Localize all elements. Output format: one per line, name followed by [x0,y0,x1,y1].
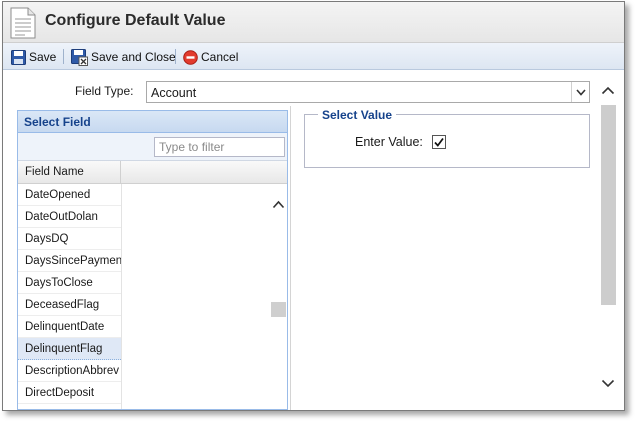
field-type-value: Account [151,86,197,100]
main-scrollbar[interactable] [600,72,618,410]
floppy-disk-icon [11,49,26,65]
save-and-close-button[interactable]: Save and Close [71,48,176,66]
select-field-panel: Select Field Field Name DateOpened DateO… [17,110,288,410]
table-row[interactable]: DaysDQ [18,228,121,250]
table-row[interactable]: DelinquentDate [18,316,121,338]
filter-input[interactable] [154,137,285,157]
toolbar: Save Save and Close Cancel [3,43,624,70]
cancel-label: Cancel [201,50,239,64]
configure-default-value-dialog: Configure Default Value Save Save and Cl… [2,1,625,411]
select-field-header: Select Field [18,111,287,133]
toolbar-separator [63,49,64,64]
table-row[interactable]: DaysToClose [18,272,121,294]
table-row[interactable]: DateOutDolan [18,206,121,228]
grid-header: Field Name [18,161,287,184]
table-row[interactable]: DeceasedFlag [18,294,121,316]
dialog-title: Configure Default Value [45,12,226,29]
chevron-up-icon[interactable] [601,84,615,98]
select-value-fieldset [304,114,590,168]
table-row[interactable]: DateOpened [18,184,121,206]
grid-scroll-thumb[interactable] [271,302,286,317]
select-value-legend: Select Value [318,108,397,122]
toolbar-separator [175,49,176,64]
field-grid: DateOpened DateOutDolan DaysDQ DaysSince… [18,184,270,409]
title-bar: Configure Default Value [3,2,624,43]
field-type-select[interactable]: Account [146,81,590,103]
grid-scrollbar[interactable] [270,184,287,409]
column-header-field-name[interactable]: Field Name [18,161,121,184]
document-icon [10,7,36,39]
table-row[interactable]: DescriptionAbbrev [18,360,121,382]
enter-value-label: Enter Value: [355,135,423,149]
chevron-up-icon[interactable] [272,198,285,212]
enter-value-checkbox[interactable] [432,135,446,149]
floppy-disk-close-icon [71,48,88,66]
table-row[interactable]: DaysSincePayment [18,250,121,272]
checkmark-icon [434,137,444,147]
field-type-label: Field Type: [75,84,134,98]
chevron-down-icon[interactable] [571,82,589,102]
save-button[interactable]: Save [11,48,56,66]
filter-bar [18,133,287,161]
table-row-selected[interactable]: DelinquentFlag [18,338,121,360]
cancel-button[interactable]: Cancel [183,48,238,66]
chevron-down-icon[interactable] [601,377,615,391]
main-scroll-thumb[interactable] [601,105,616,305]
cancel-circle-icon [183,49,198,65]
save-label: Save [29,50,57,64]
table-row[interactable]: DirectDeposit [18,382,121,404]
save-and-close-label: Save and Close [91,50,176,64]
